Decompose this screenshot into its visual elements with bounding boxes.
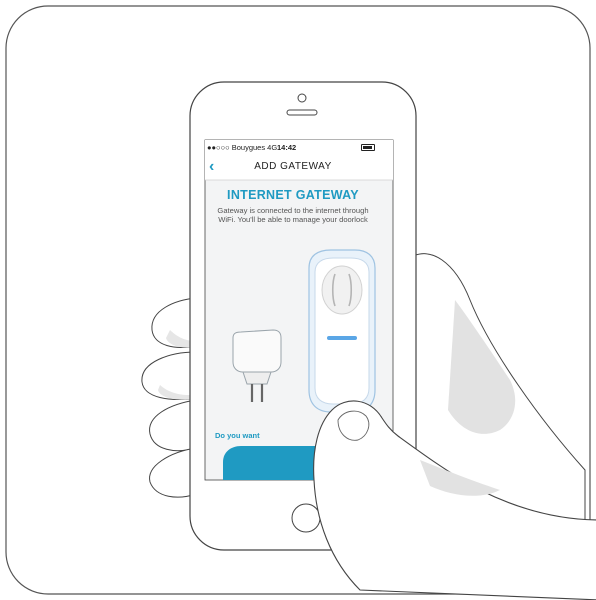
clock-label: 14:42 (277, 143, 297, 152)
carrier-label: ●●○○○ Bouygues 4G (207, 143, 278, 152)
home-button[interactable] (291, 503, 321, 533)
nav-title: ADD GATEWAY (254, 161, 332, 172)
page-description: Gateway is connected to the internet thr… (217, 206, 369, 224)
battery-icon (361, 144, 375, 151)
front-camera (297, 93, 307, 103)
earpiece (286, 109, 318, 116)
status-bar: ●●○○○ Bouygues 4G 14:42 (205, 140, 381, 154)
page-headline: INTERNET GATEWAY (227, 188, 359, 202)
screen-ui: ●●○○○ Bouygues 4G 14:42 ‹ ADD GATEWAY IN… (205, 140, 393, 480)
question-prompt: Do you want (215, 431, 260, 440)
navigation-bar: ‹ ADD GATEWAY (205, 154, 381, 180)
